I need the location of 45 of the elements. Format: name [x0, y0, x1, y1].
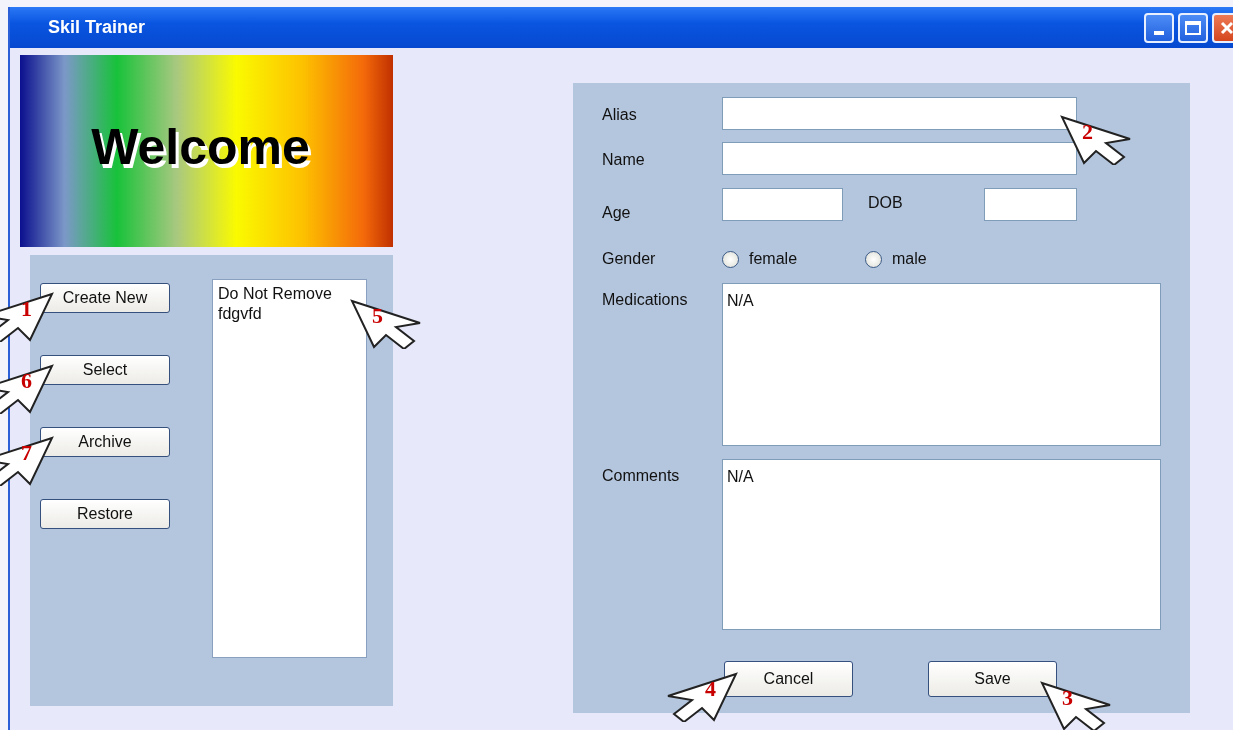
callout-number: 2	[1082, 121, 1093, 144]
field-label: Alias	[602, 105, 638, 124]
field-label: Comments	[602, 466, 681, 485]
record-list[interactable]: Do Not Remove fdgvfd	[212, 279, 367, 658]
age-field[interactable]	[722, 188, 843, 221]
radio-button[interactable]	[722, 250, 739, 268]
cursor-arrow-icon	[0, 364, 54, 414]
form-button[interactable]: Save	[928, 661, 1057, 697]
action-button[interactable]: Archive	[40, 427, 170, 457]
callout-number: 7	[21, 442, 32, 464]
callout-number: 5	[372, 305, 383, 327]
callout-number: 6	[21, 370, 32, 392]
alias-field[interactable]	[722, 97, 1077, 130]
cursor-arrow-icon	[0, 436, 54, 486]
radio-label: female	[749, 250, 798, 268]
cursor-arrow-icon	[1040, 680, 1112, 730]
field-label: DOB	[867, 193, 904, 212]
form-button[interactable]: Cancel	[724, 661, 853, 697]
cursor-arrow-icon	[1060, 115, 1132, 166]
maximize-button[interactable]	[1178, 12, 1208, 43]
close-icon	[1220, 20, 1233, 35]
callout-number: 4	[705, 677, 716, 700]
field-label: Medications	[602, 290, 689, 309]
radio-label: male	[892, 250, 927, 268]
field-label: Gender	[602, 250, 657, 268]
medications-field[interactable]: N/A	[722, 283, 1161, 446]
callout-number: 3	[1062, 686, 1073, 709]
dob-field[interactable]	[984, 188, 1077, 221]
window-title: Skil Trainer	[48, 17, 146, 38]
comments-field[interactable]: N/A	[722, 459, 1161, 630]
cursor-arrow-icon	[0, 292, 54, 342]
callout-number: 1	[21, 298, 32, 320]
name-field[interactable]	[722, 142, 1077, 175]
close-button[interactable]	[1212, 12, 1233, 43]
field-label: Name	[602, 150, 646, 169]
minimize-button[interactable]	[1144, 12, 1174, 43]
list-item[interactable]: Do Not Remove	[216, 285, 334, 302]
action-button[interactable]: Restore	[40, 499, 170, 529]
action-button[interactable]: Select	[40, 355, 170, 385]
action-button[interactable]: Create New	[40, 283, 170, 313]
field-label: Age	[602, 203, 632, 222]
cursor-arrow-icon	[350, 299, 422, 349]
list-item[interactable]: fdgvfd	[216, 305, 264, 322]
cursor-arrow-icon	[666, 671, 738, 722]
radio-button[interactable]	[865, 250, 882, 268]
